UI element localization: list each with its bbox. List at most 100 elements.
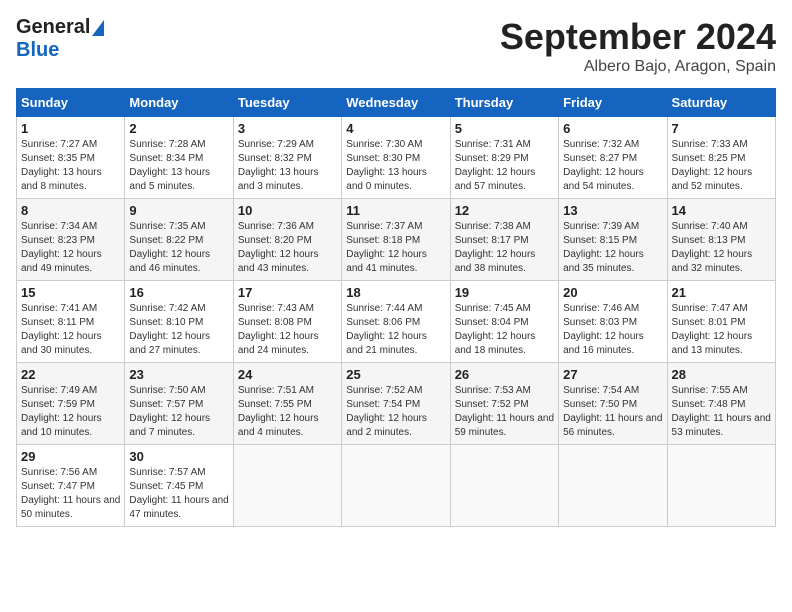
day-info: Sunrise: 7:37 AMSunset: 8:18 PMDaylight:…: [346, 220, 445, 276]
calendar-cell: 11 Sunrise: 7:37 AMSunset: 8:18 PMDayligh…: [342, 199, 450, 281]
calendar-cell: 17 Sunrise: 7:43 AMSunset: 8:08 PMDayligh…: [233, 281, 341, 363]
calendar-cell: 1Sunrise: 7:27 AMSunset: 8:35 PMDaylight…: [17, 117, 125, 199]
day-number: 20: [563, 285, 662, 300]
logo: General Blue: [16, 16, 104, 62]
calendar-cell: [667, 445, 775, 527]
day-info: Sunrise: 7:49 AMSunset: 7:59 PMDaylight:…: [21, 384, 120, 440]
calendar-cell: 15 Sunrise: 7:41 AMSunset: 8:11 PMDayligh…: [17, 281, 125, 363]
day-info: Sunrise: 7:50 AMSunset: 7:57 PMDaylight:…: [129, 384, 228, 440]
calendar-cell: 10 Sunrise: 7:36 AMSunset: 8:20 PMDayligh…: [233, 199, 341, 281]
day-number: 4: [346, 121, 445, 136]
header-monday: Monday: [125, 89, 233, 117]
day-info: Sunrise: 7:56 AMSunset: 7:47 PMDaylight:…: [21, 466, 120, 522]
day-info: Sunrise: 7:34 AMSunset: 8:23 PMDaylight:…: [21, 220, 120, 276]
calendar-cell: 9Sunrise: 7:35 AMSunset: 8:22 PMDaylight…: [125, 199, 233, 281]
day-number: 14: [672, 203, 771, 218]
calendar-cell: 28 Sunrise: 7:55 AMSunset: 7:48 PMDayligh…: [667, 363, 775, 445]
calendar-cell: 23 Sunrise: 7:50 AMSunset: 7:57 PMDayligh…: [125, 363, 233, 445]
calendar-cell: 30Sunrise: 7:57 AMSunset: 7:45 PMDayligh…: [125, 445, 233, 527]
calendar-cell: 24 Sunrise: 7:51 AMSunset: 7:55 PMDayligh…: [233, 363, 341, 445]
calendar-cell: 2Sunrise: 7:28 AMSunset: 8:34 PMDaylight…: [125, 117, 233, 199]
day-info: Sunrise: 7:28 AMSunset: 8:34 PMDaylight:…: [129, 138, 228, 194]
calendar-cell: 22 Sunrise: 7:49 AMSunset: 7:59 PMDayligh…: [17, 363, 125, 445]
day-number: 10: [238, 203, 337, 218]
day-number: 24: [238, 367, 337, 382]
header-friday: Friday: [559, 89, 667, 117]
calendar-cell: 26 Sunrise: 7:53 AMSunset: 7:52 PMDayligh…: [450, 363, 558, 445]
page-header: General Blue September 2024 Albero Bajo,…: [16, 16, 776, 76]
calendar-cell: 14 Sunrise: 7:40 AMSunset: 8:13 PMDayligh…: [667, 199, 775, 281]
day-info: Sunrise: 7:40 AMSunset: 8:13 PMDaylight:…: [672, 220, 771, 276]
day-info: Sunrise: 7:47 AMSunset: 8:01 PMDaylight:…: [672, 302, 771, 358]
day-number: 6: [563, 121, 662, 136]
calendar-cell: 27 Sunrise: 7:54 AMSunset: 7:50 PMDayligh…: [559, 363, 667, 445]
day-info: Sunrise: 7:39 AMSunset: 8:15 PMDaylight:…: [563, 220, 662, 276]
day-number: 15: [21, 285, 120, 300]
day-info: Sunrise: 7:52 AMSunset: 7:54 PMDaylight:…: [346, 384, 445, 440]
day-number: 3: [238, 121, 337, 136]
header-thursday: Thursday: [450, 89, 558, 117]
calendar-cell: 19 Sunrise: 7:45 AMSunset: 8:04 PMDayligh…: [450, 281, 558, 363]
header-sunday: Sunday: [17, 89, 125, 117]
day-info: Sunrise: 7:55 AMSunset: 7:48 PMDaylight:…: [672, 384, 771, 440]
day-number: 8: [21, 203, 120, 218]
calendar-row: 29 Sunrise: 7:56 AMSunset: 7:47 PMDayligh…: [17, 445, 776, 527]
calendar-cell: 21Sunrise: 7:47 AMSunset: 8:01 PMDayligh…: [667, 281, 775, 363]
day-info: Sunrise: 7:51 AMSunset: 7:55 PMDaylight:…: [238, 384, 337, 440]
month-title: September 2024: [500, 16, 776, 58]
day-info: Sunrise: 7:53 AMSunset: 7:52 PMDaylight:…: [455, 384, 554, 440]
calendar-cell: 5Sunrise: 7:31 AMSunset: 8:29 PMDaylight…: [450, 117, 558, 199]
calendar-cell: 6 Sunrise: 7:32 AMSunset: 8:27 PMDaylight…: [559, 117, 667, 199]
day-number: 16: [129, 285, 228, 300]
day-info: Sunrise: 7:32 AMSunset: 8:27 PMDaylight:…: [563, 138, 662, 194]
day-number: 25: [346, 367, 445, 382]
day-number: 18: [346, 285, 445, 300]
day-number: 22: [21, 367, 120, 382]
day-number: 12: [455, 203, 554, 218]
calendar-cell: [342, 445, 450, 527]
header-tuesday: Tuesday: [233, 89, 341, 117]
day-info: Sunrise: 7:36 AMSunset: 8:20 PMDaylight:…: [238, 220, 337, 276]
calendar-row: 15 Sunrise: 7:41 AMSunset: 8:11 PMDayligh…: [17, 281, 776, 363]
day-number: 29: [21, 449, 120, 464]
day-info: Sunrise: 7:45 AMSunset: 8:04 PMDaylight:…: [455, 302, 554, 358]
calendar-cell: 29 Sunrise: 7:56 AMSunset: 7:47 PMDayligh…: [17, 445, 125, 527]
location-title: Albero Bajo, Aragon, Spain: [500, 58, 776, 76]
day-number: 23: [129, 367, 228, 382]
day-info: Sunrise: 7:38 AMSunset: 8:17 PMDaylight:…: [455, 220, 554, 276]
day-number: 27: [563, 367, 662, 382]
day-info: Sunrise: 7:29 AMSunset: 8:32 PMDaylight:…: [238, 138, 337, 194]
calendar-cell: 12 Sunrise: 7:38 AMSunset: 8:17 PMDayligh…: [450, 199, 558, 281]
day-number: 26: [455, 367, 554, 382]
day-number: 7: [672, 121, 771, 136]
day-number: 9: [129, 203, 228, 218]
day-info: Sunrise: 7:33 AMSunset: 8:25 PMDaylight:…: [672, 138, 771, 194]
title-area: September 2024 Albero Bajo, Aragon, Spai…: [500, 16, 776, 76]
day-number: 19: [455, 285, 554, 300]
calendar-cell: 20Sunrise: 7:46 AMSunset: 8:03 PMDayligh…: [559, 281, 667, 363]
calendar-cell: [559, 445, 667, 527]
calendar-cell: 7 Sunrise: 7:33 AMSunset: 8:25 PMDaylight…: [667, 117, 775, 199]
header-row: Sunday Monday Tuesday Wednesday Thursday…: [17, 89, 776, 117]
day-info: Sunrise: 7:27 AMSunset: 8:35 PMDaylight:…: [21, 138, 120, 194]
header-saturday: Saturday: [667, 89, 775, 117]
logo-text-blue: Blue: [16, 39, 59, 61]
day-info: Sunrise: 7:41 AMSunset: 8:11 PMDaylight:…: [21, 302, 120, 358]
calendar-table: Sunday Monday Tuesday Wednesday Thursday…: [16, 88, 776, 527]
day-info: Sunrise: 7:30 AMSunset: 8:30 PMDaylight:…: [346, 138, 445, 194]
day-info: Sunrise: 7:31 AMSunset: 8:29 PMDaylight:…: [455, 138, 554, 194]
calendar-cell: 25 Sunrise: 7:52 AMSunset: 7:54 PMDayligh…: [342, 363, 450, 445]
calendar-cell: [450, 445, 558, 527]
calendar-cell: 16Sunrise: 7:42 AMSunset: 8:10 PMDayligh…: [125, 281, 233, 363]
calendar-cell: 4 Sunrise: 7:30 AMSunset: 8:30 PMDaylight…: [342, 117, 450, 199]
logo-text-general: General: [16, 16, 90, 39]
day-info: Sunrise: 7:54 AMSunset: 7:50 PMDaylight:…: [563, 384, 662, 440]
day-number: 13: [563, 203, 662, 218]
calendar-cell: 13 Sunrise: 7:39 AMSunset: 8:15 PMDayligh…: [559, 199, 667, 281]
day-info: Sunrise: 7:44 AMSunset: 8:06 PMDaylight:…: [346, 302, 445, 358]
day-number: 17: [238, 285, 337, 300]
calendar-cell: 18 Sunrise: 7:44 AMSunset: 8:06 PMDayligh…: [342, 281, 450, 363]
day-number: 28: [672, 367, 771, 382]
day-number: 11: [346, 203, 445, 218]
day-info: Sunrise: 7:43 AMSunset: 8:08 PMDaylight:…: [238, 302, 337, 358]
